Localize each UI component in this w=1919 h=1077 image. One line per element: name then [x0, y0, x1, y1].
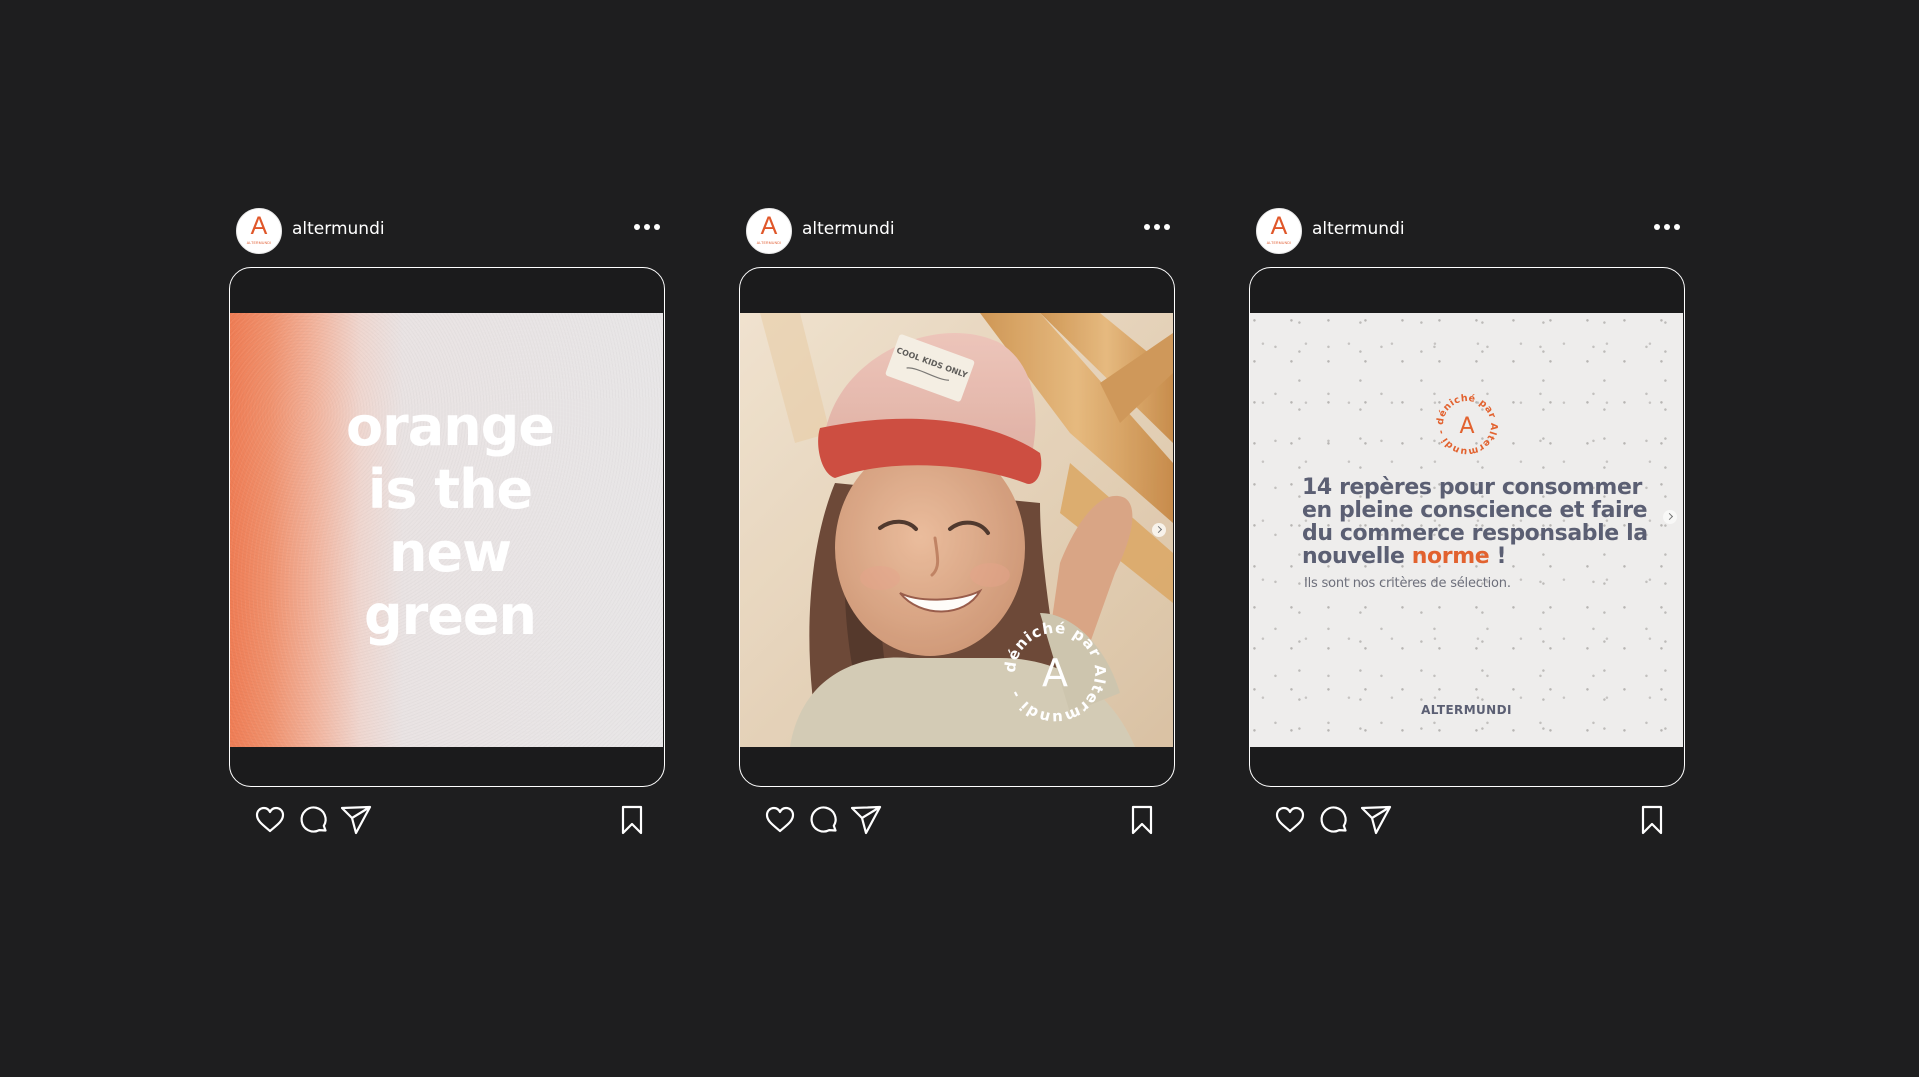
username[interactable]: altermundi: [1312, 219, 1405, 239]
more-horizontal-icon[interactable]: [1142, 217, 1172, 237]
post-header: A ALTERMUNDI altermundi: [236, 205, 662, 255]
carousel-next-button[interactable]: [1152, 523, 1166, 537]
avatar-word: ALTERMUNDI: [756, 241, 782, 245]
bookmark-icon[interactable]: [1125, 803, 1159, 837]
paper-plane-icon[interactable]: [339, 803, 373, 837]
username[interactable]: altermundi: [292, 219, 385, 239]
comment-icon[interactable]: [297, 803, 331, 837]
paper-plane-icon[interactable]: [1359, 803, 1393, 837]
carousel-next-button[interactable]: [1663, 510, 1677, 524]
post-frame: orange is the new green: [229, 267, 665, 787]
comment-icon[interactable]: [807, 803, 841, 837]
instagram-mockup-stage: A ALTERMUNDI altermundi orange is the ne…: [0, 0, 1919, 1077]
post-headline: orange is the new green: [310, 395, 590, 647]
post-header: A ALTERMUNDI altermundi: [1256, 205, 1682, 255]
more-horizontal-icon[interactable]: [1652, 217, 1682, 237]
post-frame: COOL KIDS ONLY déniché par Altermundi - …: [739, 267, 1175, 787]
post-header: A ALTERMUNDI altermundi: [746, 205, 1172, 255]
headline-accent: norme: [1411, 544, 1490, 569]
post-subtitle: Ils sont nos critères de sélection.: [1304, 576, 1511, 591]
headline-line: is the: [367, 458, 533, 521]
brand-wordmark: ALTERMUNDI: [1421, 703, 1512, 717]
avatar-word: ALTERMUNDI: [246, 241, 272, 245]
seal-letter: A: [1042, 651, 1068, 695]
avatar-letter: A: [250, 212, 268, 240]
bookmark-icon[interactable]: [615, 803, 649, 837]
post-1: A ALTERMUNDI altermundi orange is the ne…: [229, 205, 669, 845]
heart-icon[interactable]: [1273, 803, 1307, 837]
post-actions: [253, 803, 649, 837]
post-actions: [1273, 803, 1669, 837]
post-image[interactable]: orange is the new green: [230, 313, 663, 747]
post-actions: [763, 803, 1159, 837]
post-headline: 14 repères pour consommer en pleine cons…: [1302, 476, 1662, 568]
post-image[interactable]: déniché par Altermundi - A 14 repères po…: [1250, 313, 1683, 747]
headline-line: green: [364, 584, 537, 647]
seal-badge: déniché par Altermundi - A: [1435, 393, 1499, 458]
bookmark-icon[interactable]: [1635, 803, 1669, 837]
avatar[interactable]: A ALTERMUNDI: [746, 208, 792, 254]
post-frame: déniché par Altermundi - A 14 repères po…: [1249, 267, 1685, 787]
post-image[interactable]: COOL KIDS ONLY déniché par Altermundi - …: [740, 313, 1173, 747]
avatar[interactable]: A ALTERMUNDI: [1256, 208, 1302, 254]
paper-plane-icon[interactable]: [849, 803, 883, 837]
heart-icon[interactable]: [253, 803, 287, 837]
seal-letter: A: [1459, 414, 1474, 439]
username[interactable]: altermundi: [802, 219, 895, 239]
avatar-letter: A: [760, 212, 778, 240]
post-3: A ALTERMUNDI altermundi déniché par Alte…: [1249, 205, 1689, 845]
heart-icon[interactable]: [763, 803, 797, 837]
avatar[interactable]: A ALTERMUNDI: [236, 208, 282, 254]
comment-icon[interactable]: [1317, 803, 1351, 837]
avatar-word: ALTERMUNDI: [1266, 241, 1292, 245]
headline-line: orange: [346, 395, 555, 458]
seal-badge: déniché par Altermundi - A: [1001, 619, 1109, 727]
post-2: A ALTERMUNDI altermundi COOL KIDS ONLY d…: [739, 205, 1179, 845]
headline-line: new: [389, 521, 512, 584]
headline-end: !: [1489, 544, 1507, 569]
more-horizontal-icon[interactable]: [632, 217, 662, 237]
avatar-letter: A: [1270, 212, 1288, 240]
